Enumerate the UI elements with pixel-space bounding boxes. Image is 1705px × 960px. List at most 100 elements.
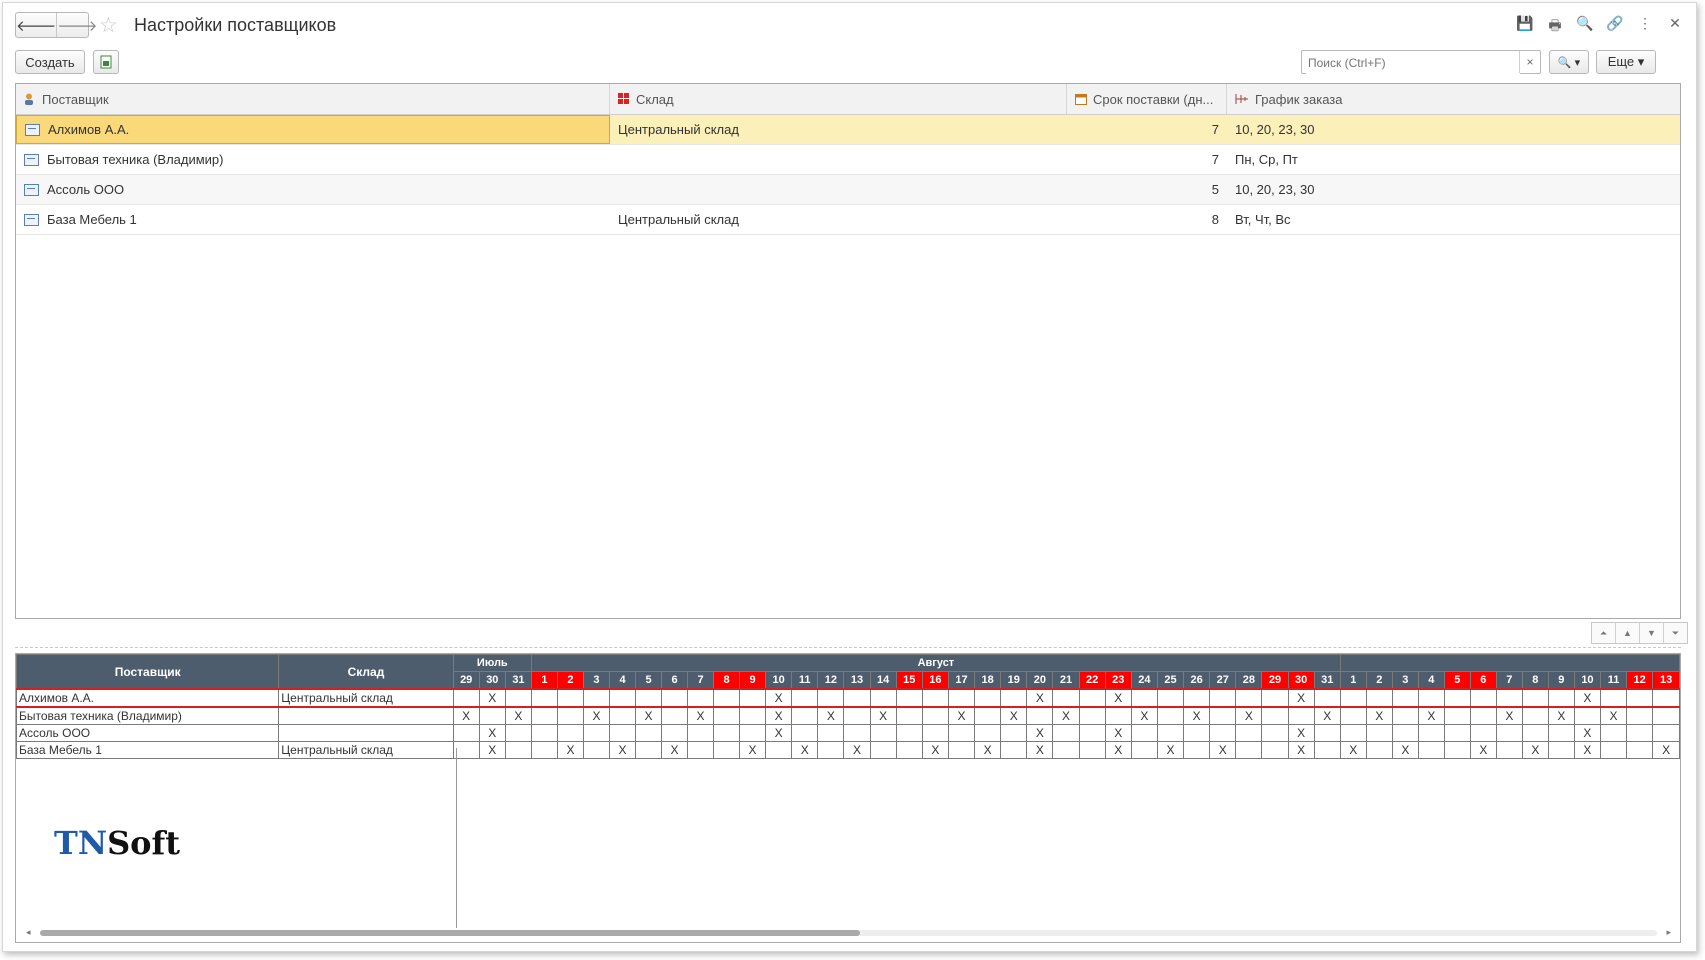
schedule-cell	[1156, 724, 1185, 742]
schedule-row[interactable]: Алхимов А.А. Центральный склад X X X X X X	[16, 688, 1680, 708]
schedule-day: 29	[452, 671, 480, 690]
schedule-cell	[504, 741, 533, 759]
scroll-thumb[interactable]	[40, 930, 860, 936]
schedule-cell	[791, 706, 819, 725]
schedule-cell: X	[843, 741, 871, 759]
schedule-cell	[1573, 706, 1602, 725]
list-row[interactable]: База Мебель 1 Центральный склад 8 Вт, Чт…	[16, 205, 1680, 235]
schedule-day: 26	[1183, 671, 1211, 690]
schedule-warehouse	[278, 706, 454, 725]
schedule-cell	[974, 688, 1002, 708]
schedule-cell	[974, 706, 1002, 725]
schedule-cell	[791, 688, 819, 708]
schedule-cell	[1547, 688, 1575, 708]
horizontal-scrollbar[interactable]: ◂ ▸	[26, 927, 1671, 937]
move-down-button[interactable]: ▼	[1640, 623, 1664, 643]
schedule-day: 3	[1391, 671, 1419, 690]
schedule-cell	[608, 706, 637, 725]
schedule-cell	[1078, 706, 1106, 725]
scroll-right-icon[interactable]: ▸	[1666, 927, 1671, 938]
title-bar: 🡐 🡒 ☆ Настройки поставщиков 💾 🖶 🔍 🔗 ⋮ ✕	[3, 3, 1696, 47]
header-warehouse[interactable]: Склад	[610, 84, 1067, 114]
row-supplier: Бытовая техника (Владимир)	[47, 152, 224, 167]
schedule-day: 12	[1626, 671, 1654, 690]
schedule-cell	[974, 724, 1002, 742]
schedule-cell	[843, 688, 871, 708]
schedule-cell: X	[1026, 688, 1054, 708]
favorite-star-icon[interactable]: ☆	[99, 13, 118, 38]
move-bottom-button[interactable]: ⏷	[1664, 623, 1687, 643]
list-row[interactable]: Бытовая техника (Владимир) 7 Пн, Ср, Пт	[16, 145, 1680, 175]
schedule-cell	[687, 688, 715, 708]
schedule-cell: X	[661, 741, 689, 759]
move-up-button[interactable]: ▲	[1616, 623, 1640, 643]
schedule-cell	[1339, 706, 1367, 725]
page-title: Настройки поставщиков	[134, 15, 337, 35]
schedule-cell: X	[478, 741, 506, 759]
schedule-cell	[452, 724, 480, 742]
schedule-day: 4	[608, 671, 637, 690]
schedule-cell: X	[556, 741, 584, 759]
schedule-cell	[1313, 724, 1341, 742]
list-row[interactable]: Алхимов А.А. Центральный склад 7 10, 20,…	[16, 115, 1680, 145]
search-clear-button[interactable]: ×	[1519, 51, 1540, 73]
schedule-cell: X	[452, 706, 480, 725]
excel-icon	[100, 55, 112, 69]
row-schedule: 10, 20, 23, 30	[1235, 122, 1315, 137]
forward-button[interactable]: 🡒	[56, 13, 97, 37]
move-top-button[interactable]: ⏶	[1592, 623, 1616, 643]
close-icon[interactable]: ✕	[1666, 15, 1684, 39]
excel-export-button[interactable]	[93, 50, 119, 74]
list-row[interactable]: Ассоль ООО 5 10, 20, 23, 30	[16, 175, 1680, 205]
preview-icon[interactable]: 🔍	[1576, 15, 1594, 39]
schedule-cell: X	[1521, 741, 1549, 759]
back-button[interactable]: 🡐	[16, 13, 56, 37]
schedule-cell	[1287, 706, 1315, 725]
schedule-cell	[895, 706, 923, 725]
schedule-cell	[1209, 724, 1237, 742]
schedule-cell	[1183, 688, 1211, 708]
schedule-cell	[1130, 741, 1158, 759]
link-icon[interactable]: 🔗	[1606, 15, 1624, 39]
schedule-cell: X	[1417, 706, 1445, 725]
schedule-cell: X	[1313, 706, 1341, 725]
search-button[interactable]: 🔍 ▾	[1549, 50, 1589, 74]
header-days[interactable]: Срок поставки (дн...	[1067, 84, 1227, 114]
schedule-row[interactable]: База Мебель 1 Центральный склад X X X X X X X X X X…	[16, 741, 1680, 759]
schedule-cell	[531, 706, 558, 725]
schedule-cell	[1547, 741, 1575, 759]
schedule-cell	[921, 706, 949, 725]
schedule-cell	[1078, 688, 1106, 708]
schedule-cell	[556, 706, 584, 725]
schedule-cell	[1495, 724, 1523, 742]
more-vert-icon[interactable]: ⋮	[1636, 15, 1654, 39]
schedule-cell: X	[1287, 724, 1315, 742]
header-schedule[interactable]: График заказа	[1227, 84, 1680, 114]
schedule-day: 2	[1365, 671, 1393, 690]
create-button[interactable]: Создать	[15, 50, 85, 74]
search-input[interactable]	[1306, 52, 1520, 74]
save-icon[interactable]: 💾	[1516, 15, 1534, 39]
schedule-cell	[1495, 741, 1523, 759]
header-supplier[interactable]: Поставщик	[16, 84, 610, 114]
schedule-day: 11	[791, 671, 819, 690]
schedule-cell	[1469, 724, 1497, 742]
schedule-cell: X	[1235, 706, 1263, 725]
schedule-cell: X	[765, 706, 793, 725]
scroll-left-icon[interactable]: ◂	[26, 927, 31, 938]
schedule-day: 29	[1261, 671, 1289, 690]
pane-divider	[456, 748, 457, 928]
print-icon[interactable]: 🖶	[1546, 15, 1564, 39]
schedule-header-supplier: Поставщик	[16, 654, 280, 690]
schedule-cell	[1261, 688, 1289, 708]
schedule-cell: X	[1026, 724, 1054, 742]
schedule-row[interactable]: Бытовая техника (Владимир) X X X X X X X X X X X X X X…	[16, 706, 1680, 725]
schedule-day: 30	[478, 671, 506, 690]
more-button[interactable]: Еще ▾	[1596, 50, 1656, 74]
list-header: Поставщик Склад Срок поставки (дн... Гра…	[16, 84, 1680, 115]
schedule-cell	[895, 724, 923, 742]
schedule-cell	[1365, 724, 1393, 742]
schedule-cell	[582, 741, 611, 759]
schedule-cell	[635, 724, 663, 742]
schedule-row[interactable]: Ассоль ООО X X X X X X	[16, 724, 1680, 742]
